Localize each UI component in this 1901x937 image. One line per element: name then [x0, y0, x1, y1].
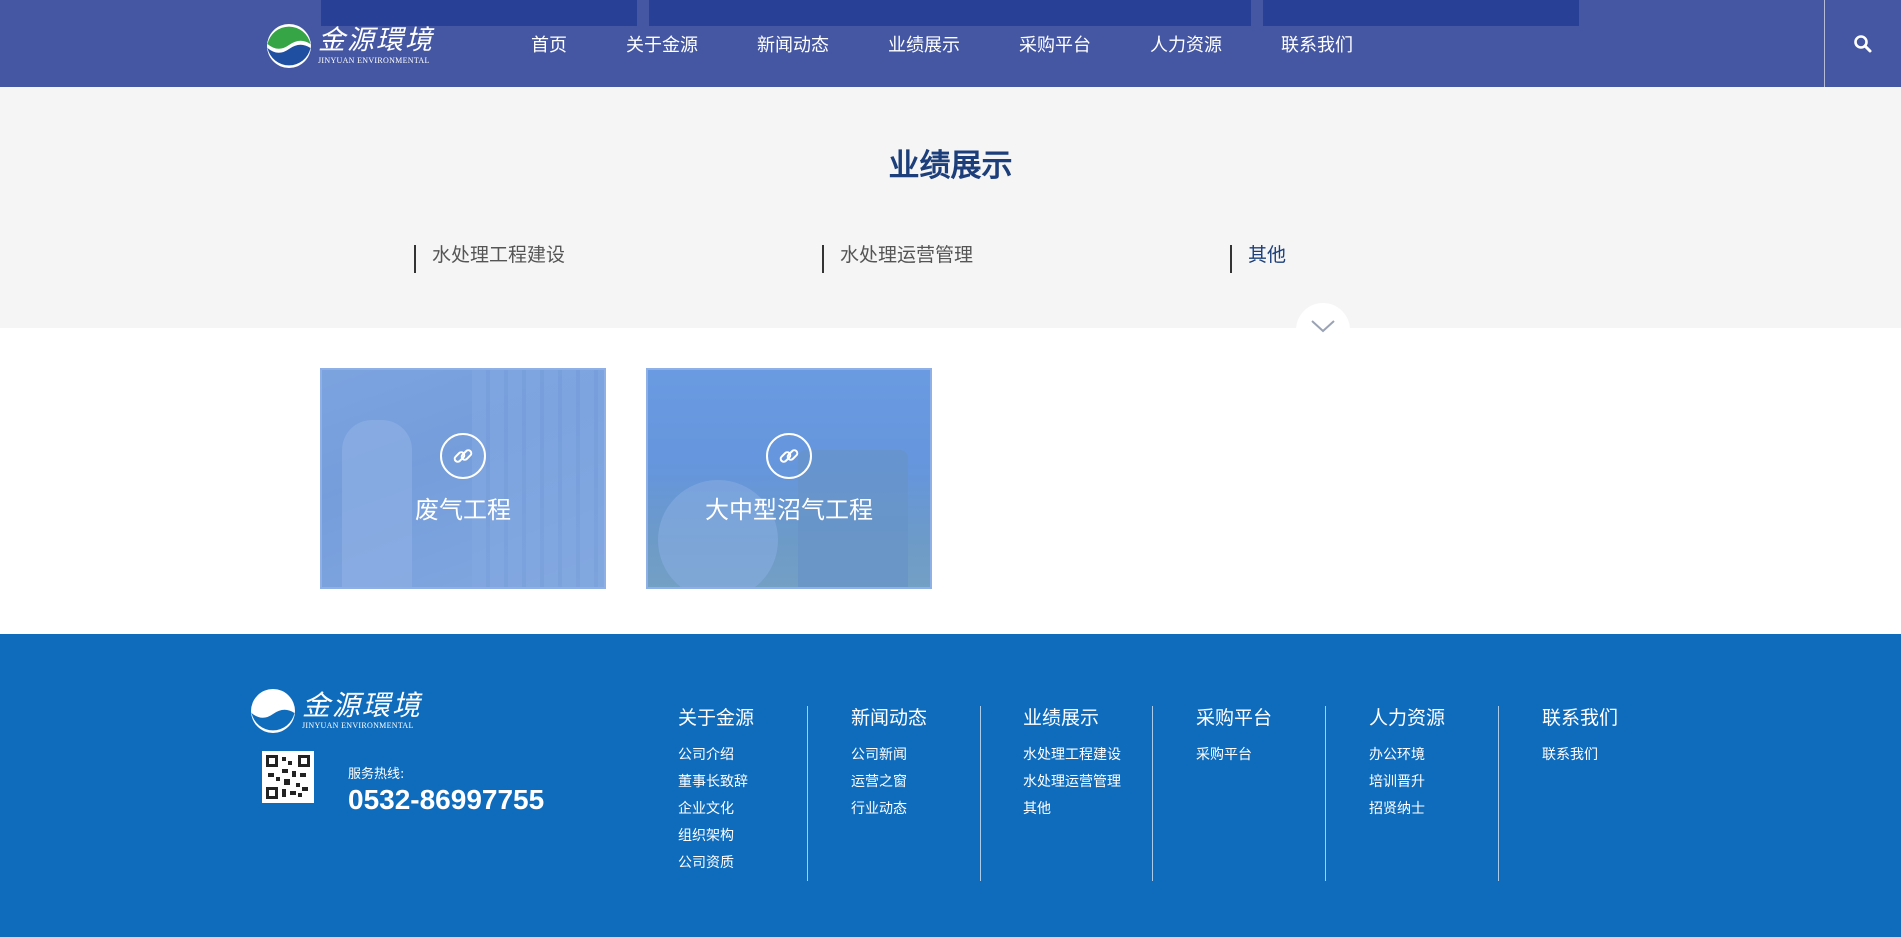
- project-card[interactable]: 废气工程: [320, 368, 606, 589]
- category-tab-water-operation[interactable]: 水处理运营管理: [822, 245, 973, 273]
- footer-link[interactable]: 招贤纳士: [1369, 796, 1445, 823]
- footer-column-procurement: 采购平台 采购平台: [1196, 706, 1272, 881]
- search-icon: [1854, 34, 1872, 52]
- banner-thumbnail: [1263, 0, 1579, 26]
- hotline-number[interactable]: 0532-86997755: [348, 784, 544, 816]
- footer-column-hr: 人力资源 办公环境 培训晋升 招贤纳士: [1369, 706, 1445, 881]
- main-nav: 首页 关于金源 新闻动态 业绩展示 采购平台 人力资源 联系我们: [531, 33, 1412, 59]
- expand-toggle[interactable]: [1296, 303, 1350, 357]
- footer-link[interactable]: 组织架构: [678, 823, 754, 850]
- logo-english-name: JINYUAN ENVIRONMENTAL: [302, 721, 414, 730]
- footer-column-title[interactable]: 联系我们: [1542, 706, 1618, 730]
- nav-item-projects[interactable]: 业绩展示: [888, 33, 960, 59]
- qr-code-icon: [266, 755, 310, 799]
- footer-column-projects: 业绩展示 水处理工程建设 水处理运营管理 其他: [1023, 706, 1121, 881]
- footer-divider: [1152, 706, 1153, 881]
- nav-item-hr[interactable]: 人力资源: [1150, 33, 1222, 59]
- banner-thumbnail: [649, 0, 1251, 26]
- footer-column-title[interactable]: 新闻动态: [851, 706, 927, 730]
- footer-column-title[interactable]: 人力资源: [1369, 706, 1445, 730]
- page-title: 业绩展示: [888, 148, 1013, 184]
- link-icon-button[interactable]: [766, 433, 812, 479]
- search-button[interactable]: [1824, 0, 1901, 87]
- footer-link[interactable]: 水处理工程建设: [1023, 742, 1121, 769]
- logo-english-name: JINYUAN ENVIRONMENTAL: [318, 56, 430, 65]
- nav-item-procurement[interactable]: 采购平台: [1019, 33, 1091, 59]
- footer-link[interactable]: 企业文化: [678, 796, 754, 823]
- footer-divider: [1498, 706, 1499, 881]
- logo-mark-icon: [267, 24, 311, 68]
- footer-column-title[interactable]: 关于金源: [678, 706, 754, 730]
- footer-divider: [807, 706, 808, 881]
- footer-link[interactable]: 公司资质: [678, 850, 754, 877]
- chevron-down-icon: [1311, 320, 1335, 333]
- footer-link[interactable]: 采购平台: [1196, 742, 1272, 769]
- nav-item-about[interactable]: 关于金源: [626, 33, 698, 59]
- footer-link[interactable]: 办公环境: [1369, 742, 1445, 769]
- site-logo[interactable]: 金源環境 JINYUAN ENVIRONMENTAL: [266, 22, 446, 70]
- logo-chinese-name: 金源環境: [318, 25, 434, 56]
- link-icon-button[interactable]: [440, 433, 486, 479]
- footer-link[interactable]: 董事长致辞: [678, 769, 754, 796]
- project-title: 废气工程: [415, 496, 511, 524]
- site-footer: 金源環境 JINYUAN ENVIRONMENTAL 服务热线: 0532-86…: [0, 634, 1901, 937]
- category-section: 业绩展示 水处理工程建设 水处理运营管理 其他: [0, 87, 1901, 328]
- logo-mark-icon: [251, 689, 295, 733]
- logo-chinese-name: 金源環境: [302, 689, 423, 722]
- category-tab-water-engineering[interactable]: 水处理工程建设: [414, 245, 565, 273]
- hotline-label: 服务热线:: [348, 767, 405, 782]
- link-icon: [453, 449, 473, 463]
- footer-link[interactable]: 运营之窗: [851, 769, 927, 796]
- category-tab-other[interactable]: 其他: [1230, 245, 1286, 273]
- footer-column-title[interactable]: 采购平台: [1196, 706, 1272, 730]
- nav-item-contact[interactable]: 联系我们: [1281, 33, 1353, 59]
- footer-link[interactable]: 其他: [1023, 796, 1121, 823]
- footer-logo[interactable]: 金源環境 JINYUAN ENVIRONMENTAL: [250, 687, 450, 735]
- footer-column-news: 新闻动态 公司新闻 运营之窗 行业动态: [851, 706, 927, 881]
- footer-link[interactable]: 水处理运营管理: [1023, 769, 1121, 796]
- project-title: 大中型沼气工程: [705, 496, 873, 524]
- link-icon: [779, 449, 799, 463]
- footer-divider: [980, 706, 981, 881]
- footer-link[interactable]: 公司新闻: [851, 742, 927, 769]
- footer-link[interactable]: 联系我们: [1542, 742, 1618, 769]
- nav-item-news[interactable]: 新闻动态: [757, 33, 829, 59]
- footer-link[interactable]: 培训晋升: [1369, 769, 1445, 796]
- footer-column-title[interactable]: 业绩展示: [1023, 706, 1121, 730]
- footer-column-about: 关于金源 公司介绍 董事长致辞 企业文化 组织架构 公司资质: [678, 706, 754, 881]
- project-card[interactable]: 大中型沼气工程: [646, 368, 932, 589]
- qr-code: [262, 751, 314, 803]
- footer-link[interactable]: 公司介绍: [678, 742, 754, 769]
- footer-divider: [1325, 706, 1326, 881]
- nav-item-home[interactable]: 首页: [531, 33, 567, 59]
- footer-link[interactable]: 行业动态: [851, 796, 927, 823]
- site-header: 金源環境 JINYUAN ENVIRONMENTAL 首页 关于金源 新闻动态 …: [0, 0, 1901, 87]
- footer-column-contact: 联系我们 联系我们: [1542, 706, 1618, 881]
